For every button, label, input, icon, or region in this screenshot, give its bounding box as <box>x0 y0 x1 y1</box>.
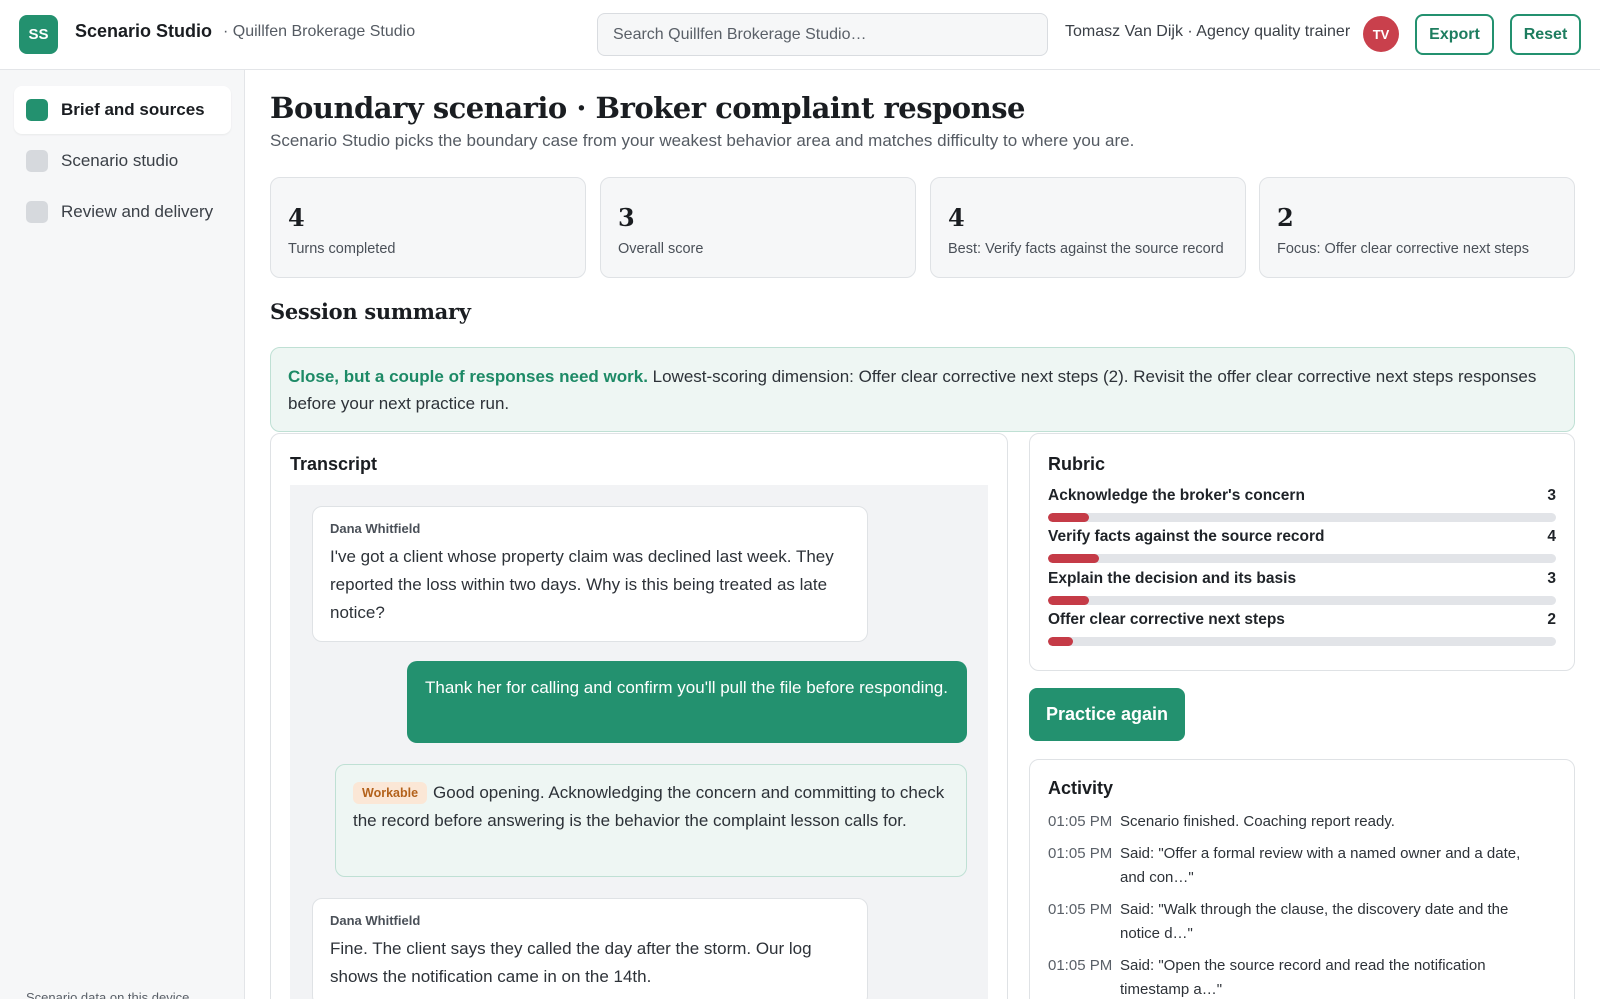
activity-item: 01:05 PM Scenario finished. Coaching rep… <box>1048 810 1548 834</box>
rubric-score: 2 <box>1547 611 1556 628</box>
reset-button[interactable]: Reset <box>1510 14 1581 55</box>
workspace-name: · Quillfen Brokerage Studio <box>223 23 416 40</box>
section-heading-session-summary: Session summary <box>270 299 471 324</box>
sidebar: Brief and sources Scenario studio Review… <box>0 70 245 999</box>
rubric-bar-fill <box>1048 554 1099 563</box>
stat-card-best: 4 Best: Verify facts against the source … <box>930 177 1246 278</box>
stat-label: Overall score <box>618 241 704 257</box>
rubric-bar <box>1048 596 1556 605</box>
user-label: Tomasz Van Dijk · Agency quality trainer <box>1065 23 1351 40</box>
rubric-score: 4 <box>1547 528 1556 545</box>
app-title: Scenario Studio <box>75 21 213 41</box>
stat-card-turns: 4 Turns completed <box>270 177 586 278</box>
activity-time: 01:05 PM <box>1048 845 1113 862</box>
coach-feedback: Workable Good opening. Acknowledging the … <box>335 764 967 877</box>
summary-lead: Close, but a couple of responses need wo… <box>288 367 648 386</box>
activity-text: Scenario finished. Coaching report ready… <box>1120 813 1395 830</box>
rubric-dimension: Acknowledge the broker's concern <box>1048 487 1305 504</box>
stat-value: 4 <box>948 203 965 232</box>
stat-label: Best: Verify facts against the source re… <box>948 241 1224 257</box>
activity-item: 01:05 PM Said: "Open the source record a… <box>1048 954 1548 999</box>
sidebar-item-brief-and-sources[interactable]: Brief and sources <box>14 86 231 134</box>
stat-value: 4 <box>288 203 305 232</box>
activity-time: 01:05 PM <box>1048 813 1113 830</box>
rubric-dimension: Verify facts against the source record <box>1048 528 1325 545</box>
step-marker-icon <box>26 150 48 172</box>
activity-text: Said: "Offer a formal review with a name… <box>1120 845 1521 886</box>
activity-title: Activity <box>1048 778 1114 798</box>
activity-panel: Activity 01:05 PM Scenario finished. Coa… <box>1029 759 1575 999</box>
page-subtitle: Scenario Studio picks the boundary case … <box>270 131 1135 150</box>
sidebar-item-label: Scenario studio <box>61 151 179 170</box>
session-summary-callout: Close, but a couple of responses need wo… <box>270 347 1575 432</box>
rubric-bar <box>1048 637 1556 646</box>
step-marker-icon <box>26 99 48 121</box>
stat-card-focus: 2 Focus: Offer clear corrective next ste… <box>1259 177 1575 278</box>
stat-label: Turns completed <box>288 241 396 257</box>
stat-card-overall-score: 3 Overall score <box>600 177 916 278</box>
activity-item: 01:05 PM Said: "Offer a formal review wi… <box>1048 842 1548 890</box>
stat-label: Focus: Offer clear corrective next steps <box>1277 241 1529 257</box>
message-author: Dana Whitfield <box>330 521 421 536</box>
sidebar-footer-note: Scenario data on this device <box>26 990 190 999</box>
sidebar-item-label: Brief and sources <box>61 100 205 119</box>
message-text: Fine. The client says they called the da… <box>330 939 812 986</box>
message-trainee-reply: Thank her for calling and confirm you'll… <box>407 661 967 743</box>
stat-value: 2 <box>1277 203 1294 232</box>
sidebar-item-review-and-delivery[interactable]: Review and delivery <box>14 188 231 236</box>
page-title: Boundary scenario · Broker complaint res… <box>270 91 1026 125</box>
rubric-dimension: Offer clear corrective next steps <box>1048 611 1285 628</box>
rubric-bar-fill <box>1048 596 1089 605</box>
top-bar: SS Scenario Studio · Quillfen Brokerage … <box>0 0 1600 70</box>
rubric-bar-fill <box>1048 637 1074 646</box>
rubric-panel: Rubric Acknowledge the broker's concern … <box>1029 433 1575 671</box>
practice-again-button[interactable]: Practice again <box>1029 688 1185 741</box>
stat-value: 3 <box>618 203 635 232</box>
rubric-bar <box>1048 513 1556 522</box>
rubric-title: Rubric <box>1048 454 1106 474</box>
activity-time: 01:05 PM <box>1048 901 1113 918</box>
activity-text: Said: "Open the source record and read t… <box>1120 957 1486 998</box>
message-author: Dana Whitfield <box>330 913 421 928</box>
search-input[interactable] <box>597 13 1048 56</box>
rubric-score: 3 <box>1547 570 1556 587</box>
rubric-bar-fill <box>1048 513 1089 522</box>
sidebar-item-label: Review and delivery <box>61 202 214 221</box>
feedback-text: Good opening. Acknowledging the concern … <box>353 783 945 830</box>
message-broker: Dana Whitfield Fine. The client says the… <box>312 898 868 999</box>
rubric-dimension: Explain the decision and its basis <box>1048 570 1297 587</box>
rubric-score: 3 <box>1547 487 1556 504</box>
transcript-title: Transcript <box>290 454 378 474</box>
export-button[interactable]: Export <box>1415 14 1494 55</box>
transcript-panel: Transcript Dana Whitfield I've got a cli… <box>270 433 1008 999</box>
app-logo: SS <box>19 15 58 54</box>
message-broker: Dana Whitfield I've got a client whose p… <box>312 506 868 642</box>
activity-time: 01:05 PM <box>1048 957 1113 974</box>
rating-badge: Workable <box>353 782 428 804</box>
message-text: I've got a client whose property claim w… <box>330 547 834 622</box>
activity-text: Said: "Walk through the clause, the disc… <box>1120 901 1509 942</box>
step-marker-icon <box>26 201 48 223</box>
activity-item: 01:05 PM Said: "Walk through the clause,… <box>1048 898 1548 946</box>
rubric-bar <box>1048 554 1556 563</box>
transcript-scroll-area[interactable]: Dana Whitfield I've got a client whose p… <box>290 485 988 999</box>
avatar[interactable]: TV <box>1363 16 1399 52</box>
sidebar-item-scenario-studio[interactable]: Scenario studio <box>14 137 231 185</box>
